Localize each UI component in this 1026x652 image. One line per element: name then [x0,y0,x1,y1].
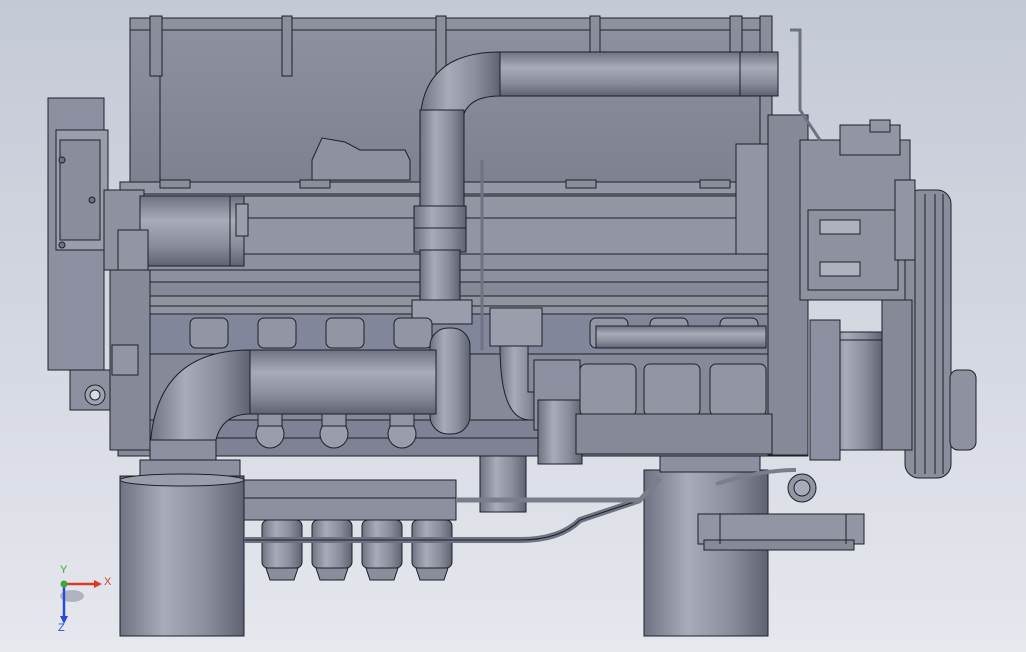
y-axis-dot [60,580,68,588]
z-axis-label: Z [58,622,65,634]
cad-viewport[interactable]: X Y Z [0,0,1026,652]
cylinder-covers [575,325,773,455]
crank-pulley [881,179,977,479]
engine-model[interactable] [0,0,1026,652]
x-axis-label: X [104,576,112,588]
oil-cooler [697,513,865,551]
coordinate-triad: X Y Z [50,564,120,640]
left-stack [119,459,245,637]
y-axis-label: Y [60,564,68,576]
fuel-pump [243,479,457,581]
